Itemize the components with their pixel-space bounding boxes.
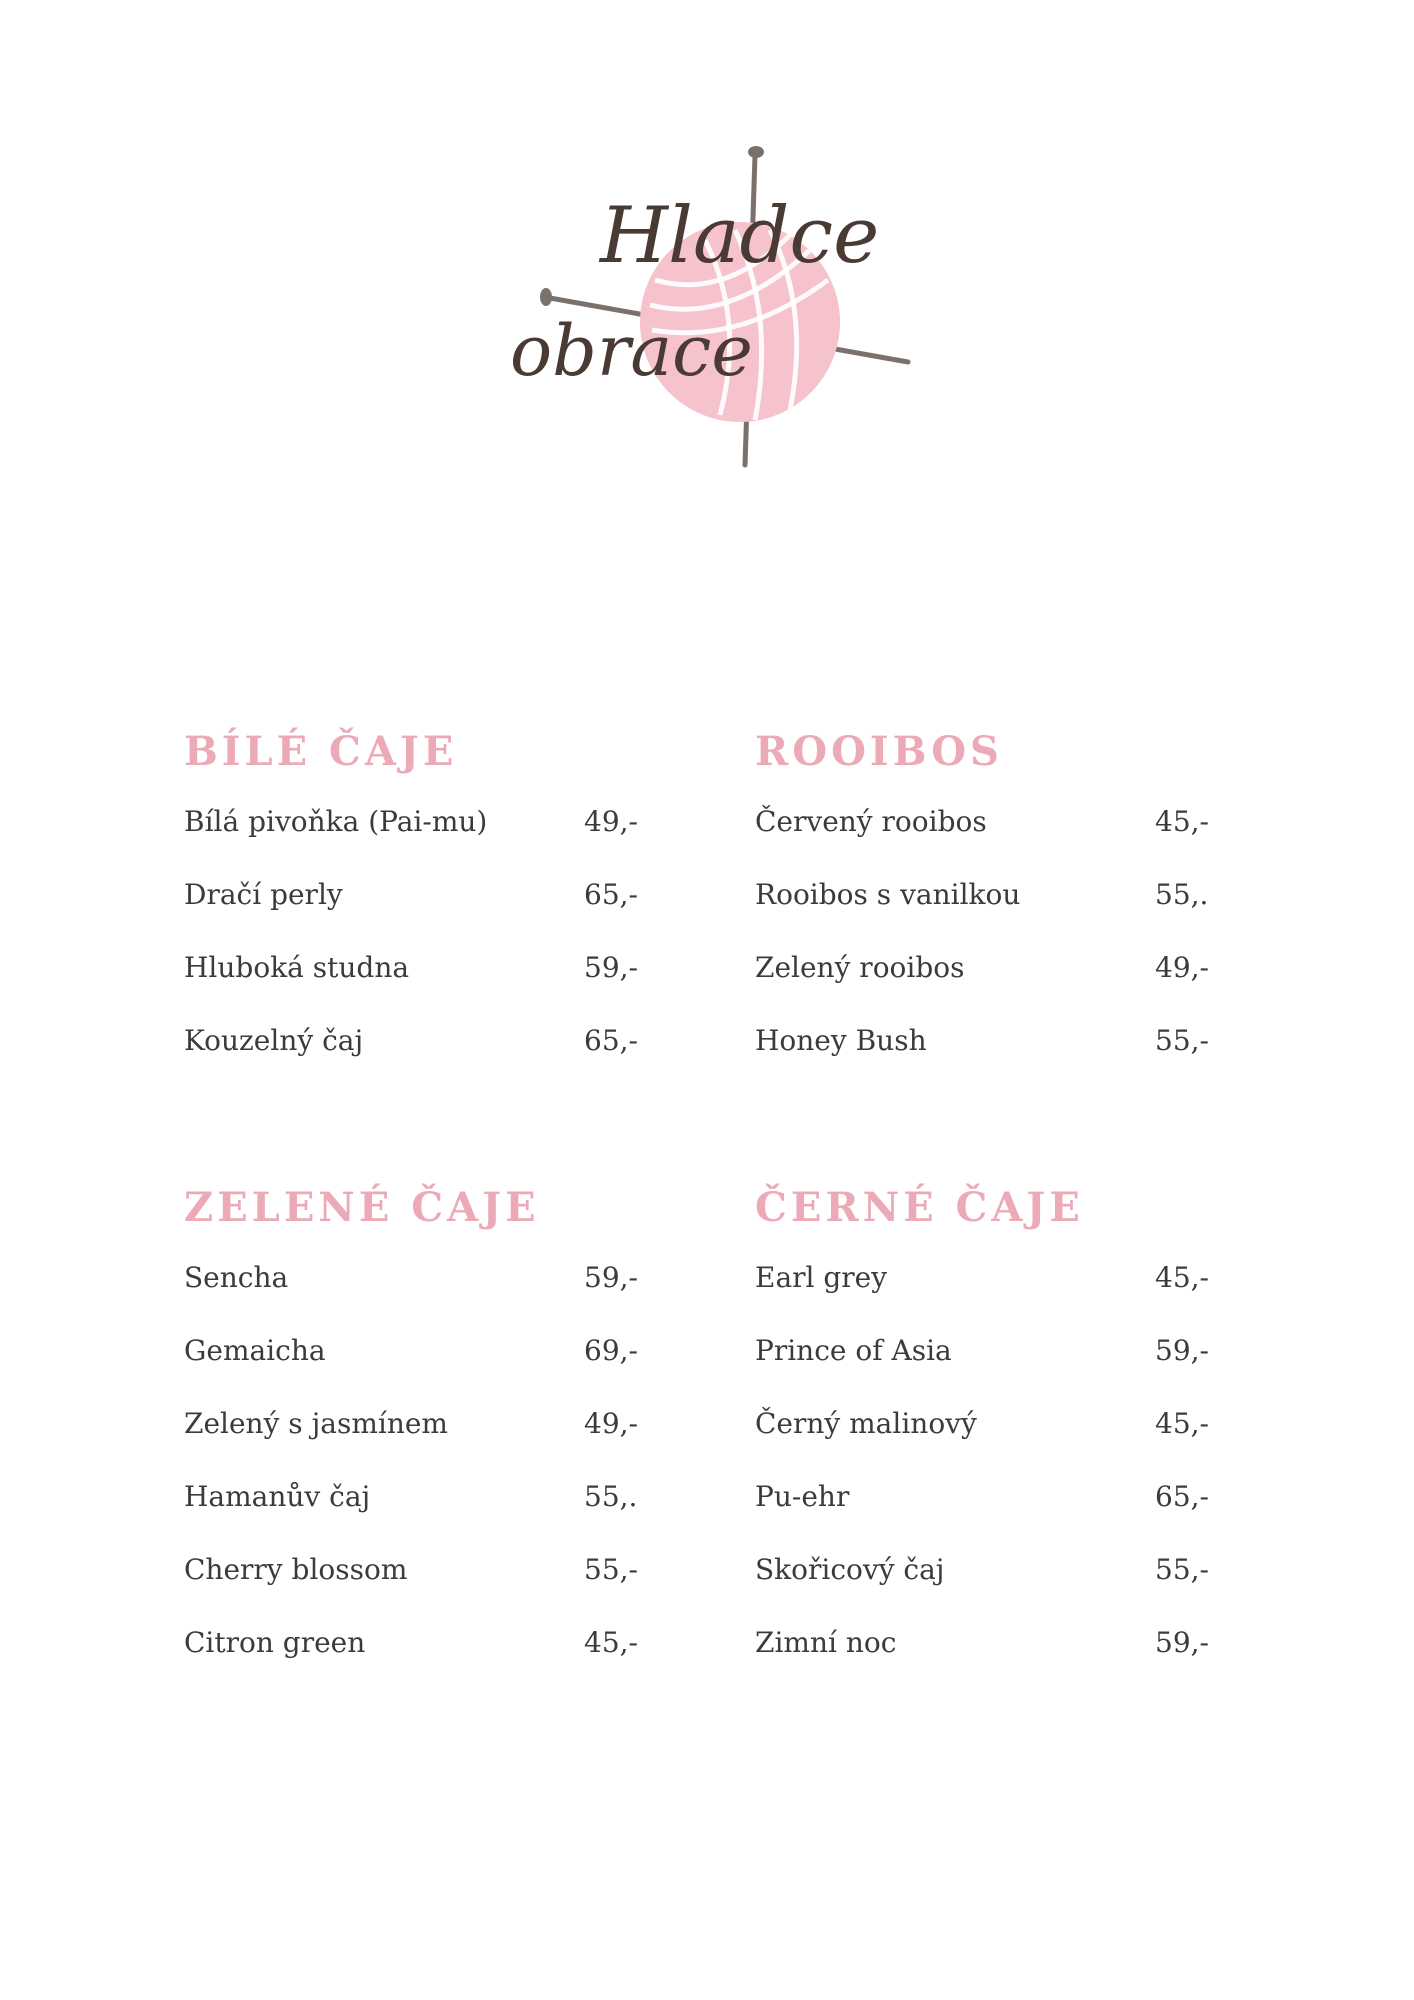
- section-green-teas: ZELENÉ ČAJE Sencha 59,- Gemaicha 69,- Ze…: [184, 1180, 644, 1696]
- menu-item: Zelený rooibos 49,-: [755, 948, 1215, 1021]
- item-name: Pu-ehr: [755, 1480, 850, 1513]
- menu-item: Sencha 59,-: [184, 1258, 644, 1331]
- item-price: 69,-: [584, 1334, 638, 1367]
- item-price: 55,.: [584, 1480, 638, 1513]
- item-price: 65,-: [584, 878, 638, 911]
- item-price: 45,-: [1155, 1261, 1209, 1294]
- logo-line2: obrace: [510, 310, 753, 392]
- menu-item: Pu-ehr 65,-: [755, 1477, 1215, 1550]
- item-name: Bílá pivoňka (Pai-mu): [184, 805, 488, 838]
- menu-item: Zimní noc 59,-: [755, 1623, 1215, 1696]
- menu-item: Kouzelný čaj 65,-: [184, 1021, 644, 1094]
- item-price: 45,-: [584, 1626, 638, 1659]
- menu-item: Hluboká studna 59,-: [184, 948, 644, 1021]
- menu-item: Zelený s jasmínem 49,-: [184, 1404, 644, 1477]
- section-white-teas: BÍLÉ ČAJE Bílá pivoňka (Pai-mu) 49,- Dra…: [184, 724, 644, 1094]
- item-name: Dračí perly: [184, 878, 343, 911]
- menu-item: Cherry blossom 55,-: [184, 1550, 644, 1623]
- item-price: 55,-: [1155, 1024, 1209, 1057]
- menu-item: Červený rooibos 45,-: [755, 802, 1215, 875]
- menu-item: Honey Bush 55,-: [755, 1021, 1215, 1094]
- item-name: Kouzelný čaj: [184, 1024, 364, 1057]
- section-black-teas: ČERNÉ ČAJE Earl grey 45,- Prince of Asia…: [755, 1180, 1215, 1696]
- item-price: 55,.: [1155, 878, 1209, 911]
- section-heading: ZELENÉ ČAJE: [184, 1184, 540, 1231]
- section-heading: ČERNÉ ČAJE: [755, 1184, 1084, 1231]
- menu-item: Rooibos s vanilkou 55,.: [755, 875, 1215, 948]
- item-price: 45,-: [1155, 1407, 1209, 1440]
- item-name: Skořicový čaj: [755, 1553, 945, 1586]
- item-price: 55,-: [1155, 1553, 1209, 1586]
- item-price: 49,-: [584, 1407, 638, 1440]
- menu-item: Dračí perly 65,-: [184, 875, 644, 948]
- item-name: Citron green: [184, 1626, 366, 1659]
- item-name: Zelený rooibos: [755, 951, 965, 984]
- logo-line1: Hladce: [598, 191, 879, 281]
- menu-item: Gemaicha 69,-: [184, 1331, 644, 1404]
- item-price: 59,-: [1155, 1626, 1209, 1659]
- section-rooibos: ROOIBOS Červený rooibos 45,- Rooibos s v…: [755, 724, 1215, 1094]
- item-price: 65,-: [1155, 1480, 1209, 1513]
- item-name: Hluboká studna: [184, 951, 410, 984]
- item-name: Zelený s jasmínem: [184, 1407, 448, 1440]
- item-price: 55,-: [584, 1553, 638, 1586]
- item-name: Earl grey: [755, 1261, 888, 1294]
- item-name: Červený rooibos: [755, 805, 987, 838]
- logo: Hladce obrace: [490, 130, 930, 500]
- item-price: 59,-: [584, 951, 638, 984]
- item-name: Zimní noc: [755, 1626, 897, 1659]
- menu-item: Prince of Asia 59,-: [755, 1331, 1215, 1404]
- menu-item: Hamanův čaj 55,.: [184, 1477, 644, 1550]
- menu-item: Černý malinový 45,-: [755, 1404, 1215, 1477]
- item-price: 59,-: [1155, 1334, 1209, 1367]
- item-price: 65,-: [584, 1024, 638, 1057]
- item-price: 49,-: [584, 805, 638, 838]
- section-heading: BÍLÉ ČAJE: [184, 728, 458, 775]
- item-name: Honey Bush: [755, 1024, 927, 1057]
- item-name: Prince of Asia: [755, 1334, 952, 1367]
- menu-item: Earl grey 45,-: [755, 1258, 1215, 1331]
- menu-item: Bílá pivoňka (Pai-mu) 49,-: [184, 802, 644, 875]
- item-name: Rooibos s vanilkou: [755, 878, 1021, 911]
- item-name: Gemaicha: [184, 1334, 326, 1367]
- menu-item: Citron green 45,-: [184, 1623, 644, 1696]
- item-name: Černý malinový: [755, 1407, 977, 1440]
- item-name: Hamanův čaj: [184, 1480, 371, 1513]
- item-name: Cherry blossom: [184, 1553, 408, 1586]
- item-price: 59,-: [584, 1261, 638, 1294]
- item-price: 49,-: [1155, 951, 1209, 984]
- item-price: 45,-: [1155, 805, 1209, 838]
- yarn-ball-logo: Hladce obrace: [510, 146, 911, 468]
- menu-item: Skořicový čaj 55,-: [755, 1550, 1215, 1623]
- item-name: Sencha: [184, 1261, 289, 1294]
- section-heading: ROOIBOS: [755, 728, 1003, 775]
